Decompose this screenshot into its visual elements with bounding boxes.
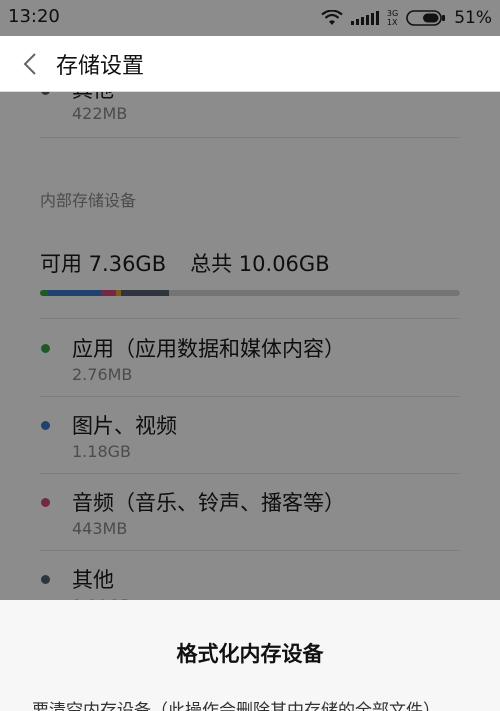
page-title: 存储设置 xyxy=(56,54,145,79)
header-divider xyxy=(0,91,500,92)
dialog-title: 格式化内存设备 xyxy=(176,642,324,666)
storage-settings-screen: 13:20 3G 1X 51% 存储设置 xyxy=(0,0,500,711)
back-arrow-icon[interactable] xyxy=(18,50,44,78)
dialog-message: 要清空内存设备（此操作会删除其中存储的全部文件） xyxy=(32,701,440,711)
format-storage-dialog: 格式化内存设备 要清空内存设备（此操作会删除其中存储的全部文件） xyxy=(0,600,500,711)
header-layer: 存储设置 xyxy=(0,36,500,92)
